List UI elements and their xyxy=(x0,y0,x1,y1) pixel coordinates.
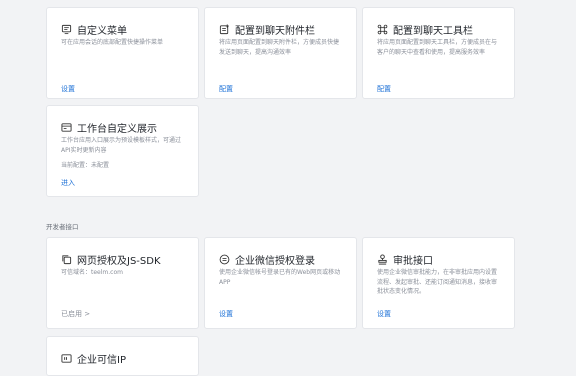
card-title: 审批接口 xyxy=(377,252,433,267)
title-text: 企业可信IP xyxy=(77,355,126,366)
set-link[interactable]: 设置 xyxy=(377,309,391,319)
enabled-link[interactable]: 已启用 > xyxy=(61,309,90,319)
card-desc: 将应用页面配置到聊天附件栏，方便成员快捷发送到聊天，提高沟通效率 xyxy=(219,39,340,56)
attachment-icon xyxy=(219,24,230,35)
card-title: 工作台自定义展示 xyxy=(61,120,157,135)
card-wecom-login: 企业微信授权登录 使用企业微信帐号登录已有的Web网页或移动APP 设置 xyxy=(204,237,357,329)
title-text: 企业微信授权登录 xyxy=(235,256,315,267)
card-desc: 使用企业微信审批能力，在非审批应用内设置流程、发起审批、还能订阅通知消息，接收审… xyxy=(377,269,498,295)
title-text: 工作台自定义展示 xyxy=(77,124,157,135)
card-desc: 可在应用会话的底部配置快捷操作菜单 xyxy=(61,39,164,46)
card-approval-api: 审批接口 使用企业微信审批能力，在非审批应用内设置流程、发起审批、还能订阅通知消… xyxy=(362,237,515,329)
configure-link[interactable]: 配置 xyxy=(377,84,391,94)
menu-icon xyxy=(61,24,72,35)
enter-link[interactable]: 进入 xyxy=(61,178,75,188)
card-title: 配置到聊天工具栏 xyxy=(377,22,473,37)
card-web-auth: 网页授权及JS-SDK 可信域名：teelm.com 已启用 > xyxy=(46,237,199,329)
set-link[interactable]: 设置 xyxy=(61,84,75,94)
copy-icon xyxy=(61,254,72,265)
title-text: 自定义菜单 xyxy=(77,26,127,37)
card-title: 企业微信授权登录 xyxy=(219,252,315,267)
section-label-developer: 开发者接口 xyxy=(46,223,79,231)
title-text: 配置到聊天工具栏 xyxy=(393,26,473,37)
card-desc: 工作台应用入口展示为预设模板样式，可通过API实时更新内容 xyxy=(61,137,182,154)
workbench-icon xyxy=(61,122,72,133)
current-config: 当前配置：未配置 xyxy=(61,162,110,169)
card-title: 企业可信IP xyxy=(61,351,126,366)
stamp-icon xyxy=(377,254,388,265)
command-icon xyxy=(377,24,388,35)
card-chat-toolbar: 配置到聊天工具栏 将应用页面配置到聊天工具栏，方便成员在与客户的聊天中查看和使用… xyxy=(362,7,515,99)
title-text: 审批接口 xyxy=(393,256,433,267)
title-text: 配置到聊天附件栏 xyxy=(235,26,315,37)
ip-icon xyxy=(61,353,72,364)
card-custom-menu: 自定义菜单 可在应用会话的底部配置快捷操作菜单 设置 xyxy=(46,7,199,99)
card-desc: 可信域名：teelm.com xyxy=(61,269,123,276)
card-desc: 使用企业微信帐号登录已有的Web网页或移动APP xyxy=(219,269,341,286)
card-title: 自定义菜单 xyxy=(61,22,127,37)
title-text: 网页授权及JS-SDK xyxy=(77,256,161,267)
card-workbench: 工作台自定义展示 工作台应用入口展示为预设模板样式，可通过API实时更新内容 当… xyxy=(46,105,199,197)
card-desc: 将应用页面配置到聊天工具栏，方便成员在与客户的聊天中查看和使用，提高服务效率 xyxy=(377,39,498,56)
card-trusted-ip: 企业可信IP xyxy=(46,336,199,376)
set-link[interactable]: 设置 xyxy=(219,309,233,319)
card-chat-attachment: 配置到聊天附件栏 将应用页面配置到聊天附件栏，方便成员快捷发送到聊天，提高沟通效… xyxy=(204,7,357,99)
configure-link[interactable]: 配置 xyxy=(219,84,233,94)
card-title: 网页授权及JS-SDK xyxy=(61,252,161,267)
chat-icon xyxy=(219,254,230,265)
card-title: 配置到聊天附件栏 xyxy=(219,22,315,37)
